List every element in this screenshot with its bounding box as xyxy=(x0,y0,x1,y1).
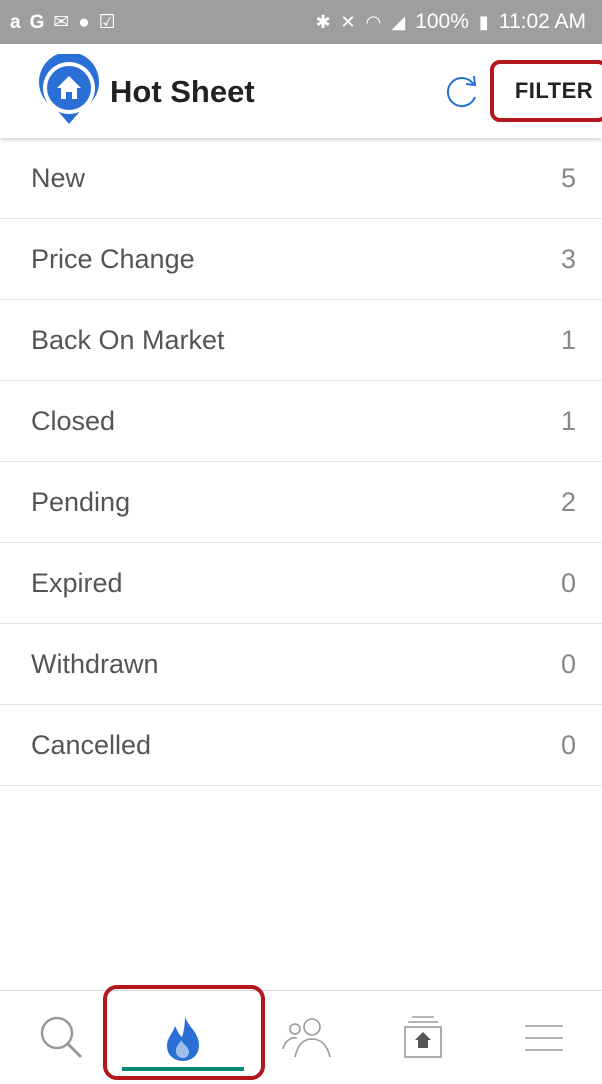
list-item[interactable]: Price Change 3 xyxy=(0,219,602,300)
list-item-count: 0 xyxy=(560,648,576,679)
list-item-label: Price Change xyxy=(31,243,195,274)
wifi-icon: ◠ xyxy=(365,11,382,32)
list-item[interactable]: Back On Market 1 xyxy=(0,300,602,381)
page-title: Hot Sheet xyxy=(110,74,255,109)
battery-percent: 100% xyxy=(415,10,469,33)
status-notification-icons: a G ✉ ● ☑ xyxy=(0,13,116,32)
list-item-label: Closed xyxy=(31,405,116,436)
list-item[interactable]: Withdrawn 0 xyxy=(0,624,602,705)
flame-icon xyxy=(167,1015,199,1061)
list-item-label: Expired xyxy=(31,567,123,598)
email-icon: ✉ xyxy=(53,11,70,33)
nav-search-button[interactable] xyxy=(30,991,94,1084)
app-bar: Hot Sheet FILTER xyxy=(0,44,602,138)
list-item[interactable]: New 5 xyxy=(0,138,602,219)
list-item-label: Pending xyxy=(31,486,131,517)
list-item-label: Cancelled xyxy=(31,729,152,760)
app-logo-icon xyxy=(39,54,99,124)
list-item[interactable]: Pending 2 xyxy=(0,462,602,543)
list-item[interactable]: Cancelled 0 xyxy=(0,705,602,786)
list-item-count: 3 xyxy=(560,243,576,274)
list-item-count: 0 xyxy=(560,567,576,598)
list-item-count: 1 xyxy=(560,324,576,355)
list-item-count: 5 xyxy=(560,162,576,193)
bluetooth-icon: ✱ xyxy=(315,11,331,32)
people-icon xyxy=(282,1017,331,1057)
status-bar: a G ✉ ● ☑ ✱ ✕ ◠ ◢ 100% ▮ 11:02 AM xyxy=(0,0,602,44)
mute-icon: ✕ xyxy=(340,11,356,32)
amazon-icon: a xyxy=(10,11,21,33)
list-item-label: Back On Market xyxy=(31,324,225,355)
search-icon xyxy=(40,1016,83,1058)
list-item-count: 2 xyxy=(560,486,576,517)
nav-contacts-button[interactable] xyxy=(276,991,336,1084)
list-item[interactable]: Closed 1 xyxy=(0,381,602,462)
active-tab-indicator xyxy=(122,1067,244,1071)
nav-listings-button[interactable] xyxy=(398,991,448,1084)
list-item-label: Withdrawn xyxy=(31,648,159,679)
hamburger-menu-icon xyxy=(525,1024,563,1051)
house-folder-icon xyxy=(404,1015,442,1058)
nav-menu-button[interactable] xyxy=(518,991,570,1084)
battery-icon: ▮ xyxy=(478,11,489,32)
hot-sheet-list: New 5 Price Change 3 Back On Market 1 Cl… xyxy=(0,138,602,786)
filter-button-label: FILTER xyxy=(514,78,594,103)
inbox-icon: ☑ xyxy=(98,11,116,33)
clock: 11:02 AM xyxy=(498,10,586,33)
list-item-count: 1 xyxy=(560,405,576,436)
bottom-navigation xyxy=(0,985,602,1084)
status-system-icons: ✱ ✕ ◠ ◢ 100% ▮ 11:02 AM xyxy=(315,10,602,34)
list-item-label: New xyxy=(31,162,86,193)
google-icon: G xyxy=(29,11,45,33)
list-item-count: 0 xyxy=(560,729,576,760)
filter-button[interactable]: FILTER xyxy=(490,60,602,122)
messenger-icon: ● xyxy=(78,11,90,33)
signal-icon: ◢ xyxy=(391,11,406,32)
list-item[interactable]: Expired 0 xyxy=(0,543,602,624)
refresh-icon[interactable] xyxy=(444,73,480,109)
